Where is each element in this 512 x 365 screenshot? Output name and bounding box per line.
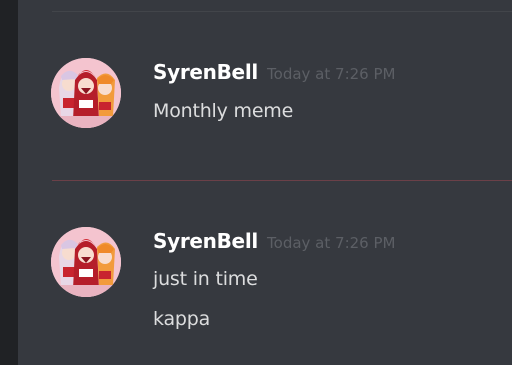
avatar-illustration: [51, 227, 121, 297]
avatar[interactable]: [51, 227, 121, 297]
timestamp: Today at 7:26 PM: [267, 234, 396, 252]
message-text: Monthly meme: [153, 100, 294, 122]
new-messages-divider: [52, 180, 512, 181]
channel-sidebar-edge: [0, 0, 18, 365]
chat-messages-pane[interactable]: SyrenBell Today at 7:26 PM Monthly meme: [18, 0, 512, 365]
discord-window: SyrenBell Today at 7:26 PM Monthly meme: [0, 0, 512, 365]
username[interactable]: SyrenBell: [153, 229, 258, 253]
message-text: kappa: [153, 308, 211, 330]
avatar-illustration: [51, 58, 121, 128]
avatar[interactable]: [51, 58, 121, 128]
username[interactable]: SyrenBell: [153, 60, 258, 84]
message-header: SyrenBell Today at 7:26 PM: [153, 229, 395, 253]
message-header: SyrenBell Today at 7:26 PM: [153, 60, 395, 84]
message-divider: [52, 11, 512, 12]
message-text: just in time: [153, 268, 258, 290]
timestamp: Today at 7:26 PM: [267, 65, 396, 83]
